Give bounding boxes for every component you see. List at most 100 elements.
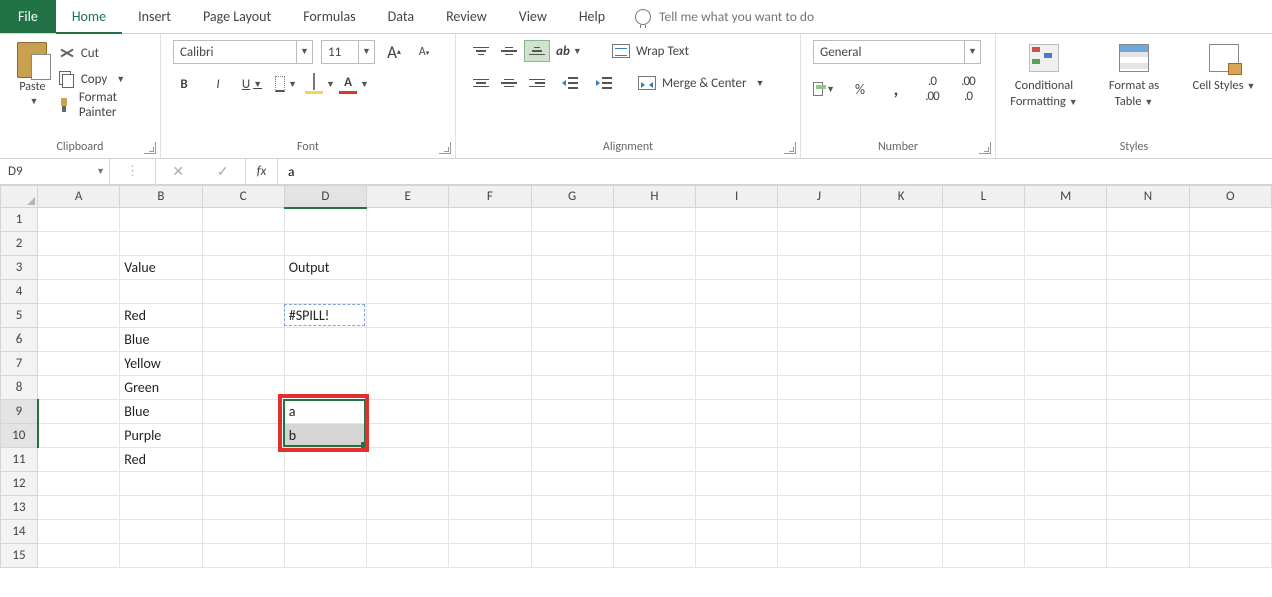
chevron-down-icon[interactable]: ▼: [116, 74, 125, 85]
increase-decimal-button[interactable]: .0.00: [921, 74, 943, 104]
cell-C6[interactable]: [202, 328, 284, 352]
cell-E11[interactable]: [367, 448, 449, 472]
cell-K13[interactable]: [860, 496, 942, 520]
cell-D9[interactable]: a: [284, 400, 366, 424]
row-header-6[interactable]: 6: [1, 328, 38, 352]
cell-G7[interactable]: [531, 352, 613, 376]
cell-L2[interactable]: [942, 232, 1024, 256]
tab-data[interactable]: Data: [372, 0, 430, 33]
cell-D13[interactable]: [284, 496, 366, 520]
cell-O12[interactable]: [1189, 472, 1271, 496]
cell-H4[interactable]: [613, 280, 695, 304]
column-header-M[interactable]: M: [1025, 186, 1107, 208]
cell-A11[interactable]: [38, 448, 120, 472]
cell-M1[interactable]: [1025, 208, 1107, 232]
dialog-launcher-icon[interactable]: [144, 142, 156, 154]
cell-G15[interactable]: [531, 544, 613, 568]
cell-K9[interactable]: [860, 400, 942, 424]
cell-A14[interactable]: [38, 520, 120, 544]
cell-D14[interactable]: [284, 520, 366, 544]
cell-B5[interactable]: Red: [120, 304, 202, 328]
select-all-corner[interactable]: [1, 186, 38, 208]
cell-H1[interactable]: [613, 208, 695, 232]
decrease-indent-button[interactable]: [558, 72, 584, 94]
cell-G8[interactable]: [531, 376, 613, 400]
cell-E4[interactable]: [367, 280, 449, 304]
cell-G1[interactable]: [531, 208, 613, 232]
align-left-button[interactable]: [468, 72, 494, 94]
cell-F3[interactable]: [449, 256, 531, 280]
cell-F11[interactable]: [449, 448, 531, 472]
cell-E3[interactable]: [367, 256, 449, 280]
cell-C9[interactable]: [202, 400, 284, 424]
cell-N5[interactable]: [1107, 304, 1189, 328]
column-header-G[interactable]: G: [531, 186, 613, 208]
cell-J12[interactable]: [778, 472, 860, 496]
copy-button[interactable]: Copy ▼: [59, 66, 148, 92]
cell-N4[interactable]: [1107, 280, 1189, 304]
cell-A3[interactable]: [38, 256, 120, 280]
cell-F9[interactable]: [449, 400, 531, 424]
cell-I12[interactable]: [696, 472, 778, 496]
cell-E5[interactable]: [367, 304, 449, 328]
row-header-2[interactable]: 2: [1, 232, 38, 256]
cell-L7[interactable]: [942, 352, 1024, 376]
cell-D4[interactable]: [284, 280, 366, 304]
cell-E12[interactable]: [367, 472, 449, 496]
cell-N7[interactable]: [1107, 352, 1189, 376]
cell-N3[interactable]: [1107, 256, 1189, 280]
cell-O3[interactable]: [1189, 256, 1271, 280]
font-name-combo[interactable]: Calibri ▼: [173, 40, 313, 64]
cell-E8[interactable]: [367, 376, 449, 400]
cell-O10[interactable]: [1189, 424, 1271, 448]
row-header-10[interactable]: 10: [1, 424, 38, 448]
cell-G14[interactable]: [531, 520, 613, 544]
cell-A6[interactable]: [38, 328, 120, 352]
cell-I10[interactable]: [696, 424, 778, 448]
cell-D15[interactable]: [284, 544, 366, 568]
cell-B11[interactable]: Red: [120, 448, 202, 472]
row-header-11[interactable]: 11: [1, 448, 38, 472]
column-header-J[interactable]: J: [778, 186, 860, 208]
cell-K2[interactable]: [860, 232, 942, 256]
cell-G13[interactable]: [531, 496, 613, 520]
cell-G11[interactable]: [531, 448, 613, 472]
tab-view[interactable]: View: [503, 0, 563, 33]
cell-I6[interactable]: [696, 328, 778, 352]
cell-K4[interactable]: [860, 280, 942, 304]
cell-L14[interactable]: [942, 520, 1024, 544]
cell-A9[interactable]: [38, 400, 120, 424]
cell-K10[interactable]: [860, 424, 942, 448]
column-header-D[interactable]: D: [284, 186, 366, 208]
cut-button[interactable]: Cut: [59, 40, 148, 66]
cell-K8[interactable]: [860, 376, 942, 400]
cell-M8[interactable]: [1025, 376, 1107, 400]
cell-I5[interactable]: [696, 304, 778, 328]
column-header-E[interactable]: E: [367, 186, 449, 208]
merge-center-button[interactable]: Merge & Center ▼: [638, 76, 764, 91]
column-header-L[interactable]: L: [942, 186, 1024, 208]
cell-M14[interactable]: [1025, 520, 1107, 544]
cell-H14[interactable]: [613, 520, 695, 544]
cell-M9[interactable]: [1025, 400, 1107, 424]
cell-N1[interactable]: [1107, 208, 1189, 232]
cell-H2[interactable]: [613, 232, 695, 256]
align-middle-button[interactable]: [496, 40, 522, 62]
cell-M11[interactable]: [1025, 448, 1107, 472]
cell-L3[interactable]: [942, 256, 1024, 280]
cell-L9[interactable]: [942, 400, 1024, 424]
spreadsheet-grid[interactable]: ABCDEFGHIJKLMNO123ValueOutput45Red#SPILL…: [0, 185, 1272, 568]
cell-M10[interactable]: [1025, 424, 1107, 448]
row-header-8[interactable]: 8: [1, 376, 38, 400]
font-color-button[interactable]: A▼: [343, 75, 365, 94]
cell-F8[interactable]: [449, 376, 531, 400]
percent-button[interactable]: %: [849, 81, 871, 98]
cell-G10[interactable]: [531, 424, 613, 448]
cell-J11[interactable]: [778, 448, 860, 472]
cell-M7[interactable]: [1025, 352, 1107, 376]
decrease-font-icon[interactable]: A▾: [413, 45, 435, 59]
cell-N11[interactable]: [1107, 448, 1189, 472]
cell-D6[interactable]: [284, 328, 366, 352]
cell-N6[interactable]: [1107, 328, 1189, 352]
cell-E9[interactable]: [367, 400, 449, 424]
